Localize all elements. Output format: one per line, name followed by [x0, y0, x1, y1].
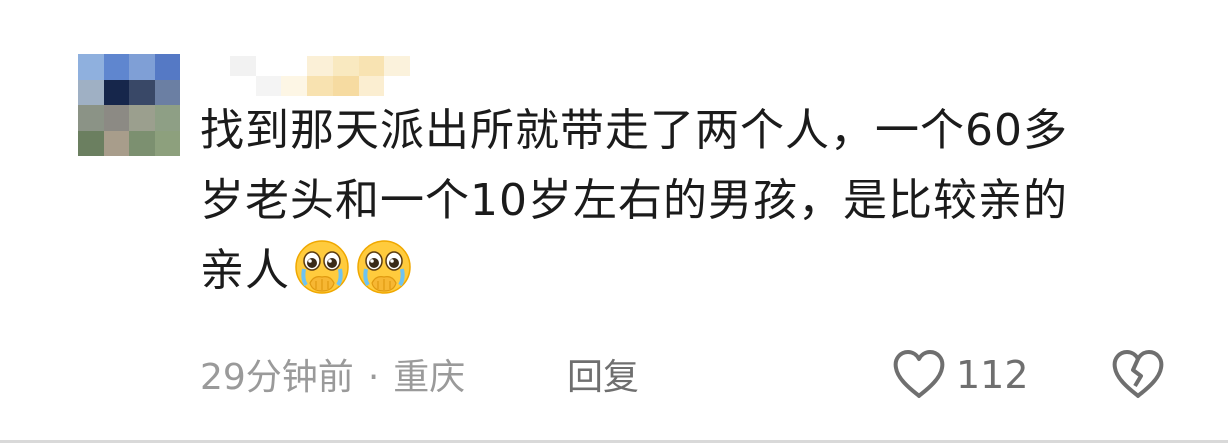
avatar-pixel	[103, 79, 129, 105]
avatar-pixel	[129, 130, 155, 156]
dislike-button[interactable]	[1108, 346, 1168, 408]
avatar-pixel	[154, 130, 180, 156]
avatar-pixel	[103, 54, 129, 80]
username-pixel	[332, 76, 359, 96]
user-avatar[interactable]	[78, 54, 180, 156]
avatar-pixel	[154, 54, 180, 80]
comment-line-2: 岁老头和一个10岁左右的男孩，是比较亲的	[200, 175, 1068, 226]
comment-text: 找到那天派出所就带走了两个人，一个60多 岁老头和一个10岁左右的男孩，是比较亲…	[200, 96, 1170, 306]
username-pixel	[358, 76, 385, 96]
username-pixel	[230, 56, 256, 76]
username-blurred[interactable]	[230, 56, 410, 96]
avatar-pixel	[103, 105, 129, 131]
broken-heart-icon	[1112, 350, 1164, 398]
comment-meta: 29分钟前 · 重庆	[200, 348, 465, 400]
avatar-pixel	[154, 79, 180, 105]
username-pixel	[255, 76, 282, 96]
avatar-pixel	[78, 130, 104, 156]
username-pixel	[384, 76, 410, 96]
avatar-pixel	[78, 54, 104, 80]
avatar-pixel	[154, 105, 180, 131]
comment-time: 29分钟前	[200, 357, 354, 398]
avatar-pixel	[129, 105, 155, 131]
username-pixel	[332, 56, 359, 76]
comment-line-1: 找到那天派出所就带走了两个人，一个60多	[200, 105, 1068, 156]
username-pixel	[384, 56, 410, 76]
avatar-pixel	[129, 54, 155, 80]
like-button[interactable]: 112	[890, 346, 1029, 404]
avatar-pixel	[78, 79, 104, 105]
avatar-pixel	[103, 130, 129, 156]
username-pixel	[307, 56, 333, 76]
avatar-pixel	[78, 105, 104, 131]
avatar-pixel	[129, 79, 155, 105]
username-pixel	[307, 76, 333, 96]
heart-outline-icon	[893, 350, 945, 398]
like-count: 112	[956, 353, 1029, 397]
username-pixel	[281, 56, 308, 76]
username-pixel	[255, 56, 282, 76]
username-pixel	[281, 76, 308, 96]
reply-button[interactable]: 回复	[567, 348, 639, 400]
username-pixel	[358, 56, 385, 76]
pleading-face-emoji	[295, 240, 349, 294]
meta-separator: ·	[367, 357, 380, 398]
comment-location: 重庆	[393, 357, 466, 398]
username-pixel	[230, 76, 256, 96]
pleading-face-emoji	[357, 240, 411, 294]
comment-line-3: 亲人	[200, 245, 290, 296]
